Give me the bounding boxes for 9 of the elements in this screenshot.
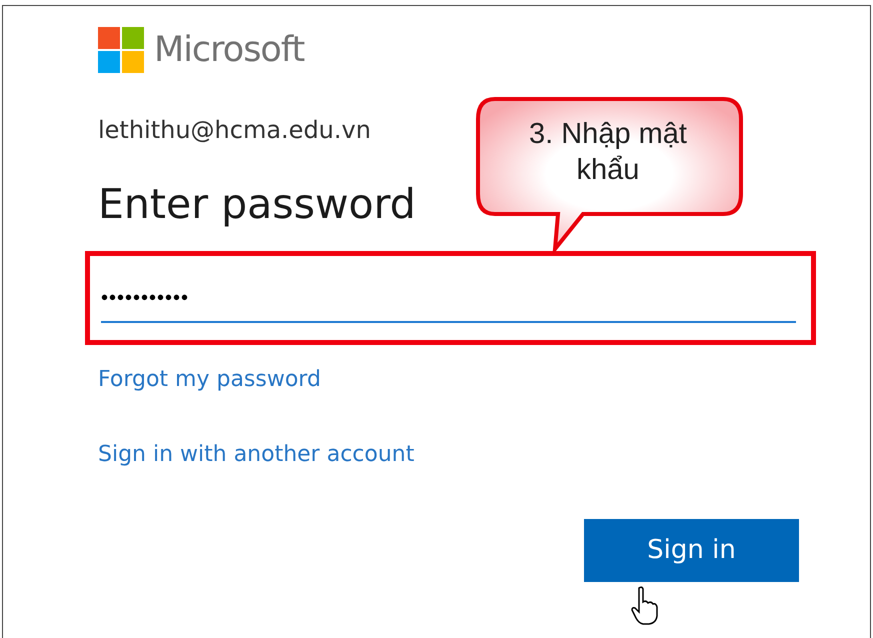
logo-text: Microsoft [154, 28, 304, 72]
hand-cursor-icon [631, 586, 661, 626]
callout-text: 3. Nhập mật khẩu [528, 117, 688, 188]
logo-icon [98, 27, 144, 73]
page-heading: Enter password [98, 180, 416, 230]
another-account-link[interactable]: Sign in with another account [98, 438, 414, 472]
account-email: lethithu@hcma.edu.vn [98, 116, 371, 145]
sign-in-button[interactable]: Sign in [584, 519, 799, 582]
forgot-password-link[interactable]: Forgot my password [98, 363, 321, 396]
